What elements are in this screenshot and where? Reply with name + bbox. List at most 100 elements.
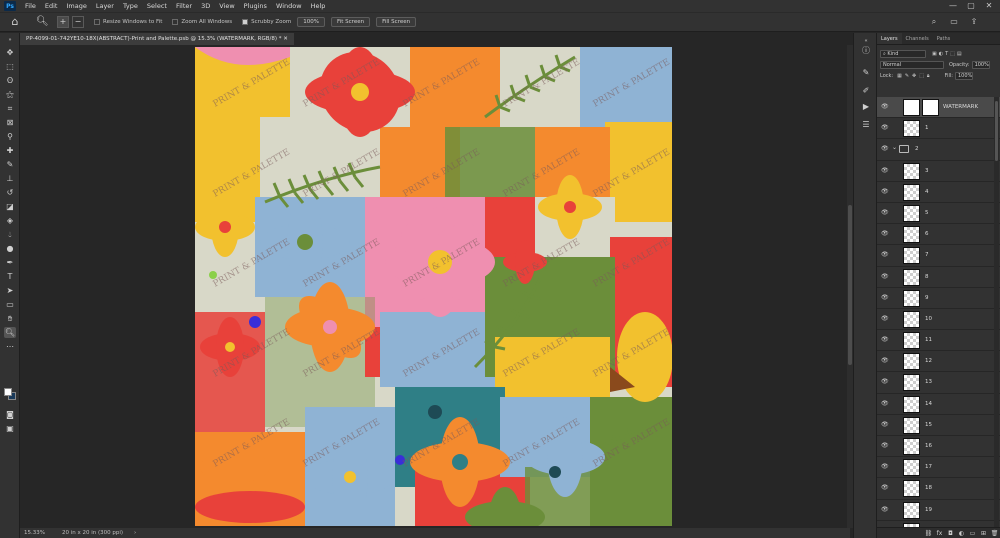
status-menu-icon[interactable]: › (134, 528, 136, 538)
layer-name[interactable]: 13 (925, 372, 932, 393)
new-group-icon[interactable]: ▭ (967, 530, 978, 537)
hand-tool-icon[interactable]: ✋︎ (4, 313, 16, 324)
screen-mode-icon[interactable]: ▣ (4, 423, 16, 434)
layer-name[interactable]: 16 (925, 436, 932, 457)
layer-row[interactable]: 👁︎ 9 (877, 288, 1000, 309)
eraser-tool-icon[interactable]: ◪ (4, 201, 16, 212)
fill-value[interactable]: 100% (954, 71, 973, 80)
scrubby-zoom-checkbox[interactable]: Scrubby Zoom (242, 19, 291, 25)
add-mask-icon[interactable]: ◘ (945, 530, 956, 537)
layer-name[interactable]: 3 (925, 161, 929, 182)
marquee-tool-icon[interactable]: ⬚ (4, 61, 16, 72)
quick-mask-icon[interactable]: ◙ (4, 409, 16, 420)
blend-mode-dropdown[interactable]: Normal (880, 60, 944, 69)
menu-window[interactable]: Window (276, 2, 302, 10)
zoom-tool-preset-icon[interactable]: 🔍︎⌄ (36, 15, 54, 41)
menu-view[interactable]: View (219, 2, 234, 10)
new-layer-icon[interactable]: ⊞ (978, 530, 989, 537)
tab-layers[interactable]: Layers (877, 33, 902, 44)
path-selection-tool-icon[interactable]: ➤ (4, 285, 16, 296)
healing-brush-tool-icon[interactable]: ✚ (4, 145, 16, 156)
visibility-eye-icon[interactable]: 👁︎ (881, 188, 889, 196)
visibility-eye-icon[interactable]: 👁︎ (881, 167, 889, 175)
brush-panel-icon[interactable]: ✎ (860, 67, 872, 79)
layer-name[interactable]: 2 (915, 139, 919, 160)
properties-panel-icon[interactable]: ☰ (860, 119, 872, 131)
fill-screen-button[interactable]: Fill Screen (376, 17, 417, 27)
menu-image[interactable]: Image (66, 2, 86, 10)
layer-name[interactable]: 5 (925, 203, 929, 224)
visibility-eye-icon[interactable]: 👁︎ (881, 336, 889, 344)
visibility-eye-icon[interactable]: 👁︎ (881, 124, 889, 132)
layer-name[interactable]: 6 (925, 224, 929, 245)
actions-play-icon[interactable]: ▶ (860, 101, 872, 113)
layer-name[interactable]: 10 (925, 309, 932, 330)
panel-collapse-icon[interactable]: » (4, 35, 16, 46)
layer-row[interactable]: 👁︎ 11 (877, 330, 1000, 352)
visibility-eye-icon[interactable]: 👁︎ (881, 442, 889, 450)
home-icon[interactable]: ⌂ (8, 15, 22, 29)
menu-select[interactable]: Select (147, 2, 167, 10)
layer-name[interactable]: WATERMARK (943, 97, 978, 118)
layer-row[interactable]: 👁︎ 5 (877, 203, 1000, 225)
fit-screen-button[interactable]: Fit Screen (330, 17, 371, 27)
layer-row[interactable]: 👁︎ 10 (877, 309, 1000, 331)
layer-name[interactable]: 11 (925, 330, 932, 351)
menu-edit[interactable]: Edit (45, 2, 58, 10)
visibility-eye-icon[interactable]: 👁︎ (881, 506, 889, 514)
layer-name[interactable]: 9 (925, 288, 929, 309)
tab-close-icon[interactable]: ✕ (283, 36, 288, 42)
visibility-eye-icon[interactable]: 👁︎ (881, 484, 889, 492)
layer-name[interactable]: 1 (925, 118, 929, 139)
layer-name[interactable]: 17 (925, 457, 932, 478)
layer-row-watermark[interactable]: 👁︎ WATERMARK (877, 97, 1000, 119)
crop-tool-icon[interactable]: ⌗ (4, 103, 16, 114)
adjustment-layer-icon[interactable]: ◐ (956, 530, 967, 537)
layer-name[interactable]: 15 (925, 415, 932, 436)
layer-name[interactable]: 8 (925, 267, 929, 288)
layer-row[interactable]: 👁︎ 14 (877, 394, 1000, 415)
frame-tool-icon[interactable]: ⊠ (4, 117, 16, 128)
visibility-eye-icon[interactable]: 👁︎ (881, 378, 889, 386)
visibility-eye-icon[interactable]: 👁︎ (881, 400, 889, 408)
zoom-level[interactable]: 15.33% (24, 528, 45, 538)
menu-3d[interactable]: 3D (201, 2, 210, 10)
layer-row[interactable]: 👁︎ 17 (877, 457, 1000, 479)
layer-group-row[interactable]: 👁︎ ⌄ 2 (877, 139, 1000, 161)
tab-paths[interactable]: Paths (933, 33, 955, 44)
dodge-tool-icon[interactable]: ● (4, 243, 16, 254)
lasso-tool-icon[interactable]: ʘ (4, 75, 16, 86)
zoom-out-icon[interactable]: − (72, 16, 84, 28)
layer-row[interactable]: 👁︎ 3 (877, 161, 1000, 182)
link-layers-icon[interactable]: ⛓︎ (923, 530, 934, 537)
maximize-icon[interactable]: ▢ (964, 1, 978, 11)
workspace-icon[interactable]: ▭ (948, 16, 960, 28)
visibility-eye-icon[interactable]: 👁︎ (881, 209, 889, 217)
layers-scrollbar[interactable] (994, 97, 999, 527)
adjustments-panel-icon[interactable]: ✐ (860, 85, 872, 97)
close-icon[interactable]: ✕ (982, 1, 996, 11)
artwork-canvas[interactable]: PRINT & PALETTE PRINT & PALETTE PRINT & … (195, 47, 672, 526)
foreground-color-swatch[interactable] (4, 388, 12, 396)
layer-row[interactable]: 👁︎ 1 (877, 118, 1000, 140)
lock-options-icons[interactable]: ▦✎✥⬚🔒︎ (897, 73, 933, 79)
zoom-in-icon[interactable]: + (57, 16, 69, 28)
filter-kind-dropdown[interactable]: ⌕ Kind (880, 49, 926, 58)
layer-row[interactable]: 👁︎ 6 (877, 224, 1000, 246)
layer-row[interactable]: 👁︎ 18 (877, 478, 1000, 500)
info-panel-icon[interactable]: ⓘ (860, 45, 872, 57)
visibility-eye-icon[interactable]: 👁︎ (881, 230, 889, 238)
filter-type-icons[interactable]: ▣◐T⬚▤ (932, 51, 964, 57)
layer-row[interactable]: 👁︎ 16 (877, 436, 1000, 458)
layer-name[interactable]: 12 (925, 351, 932, 372)
zoom-all-windows-checkbox[interactable]: Zoom All Windows (172, 19, 232, 25)
visibility-eye-icon[interactable]: 👁︎ (881, 145, 889, 153)
visibility-eye-icon[interactable]: 👁︎ (881, 421, 889, 429)
layer-name[interactable]: 18 (925, 478, 932, 499)
layer-name[interactable]: 7 (925, 245, 929, 266)
visibility-eye-icon[interactable]: 👁︎ (881, 294, 889, 302)
visibility-eye-icon[interactable]: 👁︎ (881, 103, 889, 111)
history-brush-tool-icon[interactable]: ↺ (4, 187, 16, 198)
visibility-eye-icon[interactable]: 👁︎ (881, 251, 889, 259)
delete-layer-icon[interactable]: 🗑︎ (989, 530, 1000, 537)
